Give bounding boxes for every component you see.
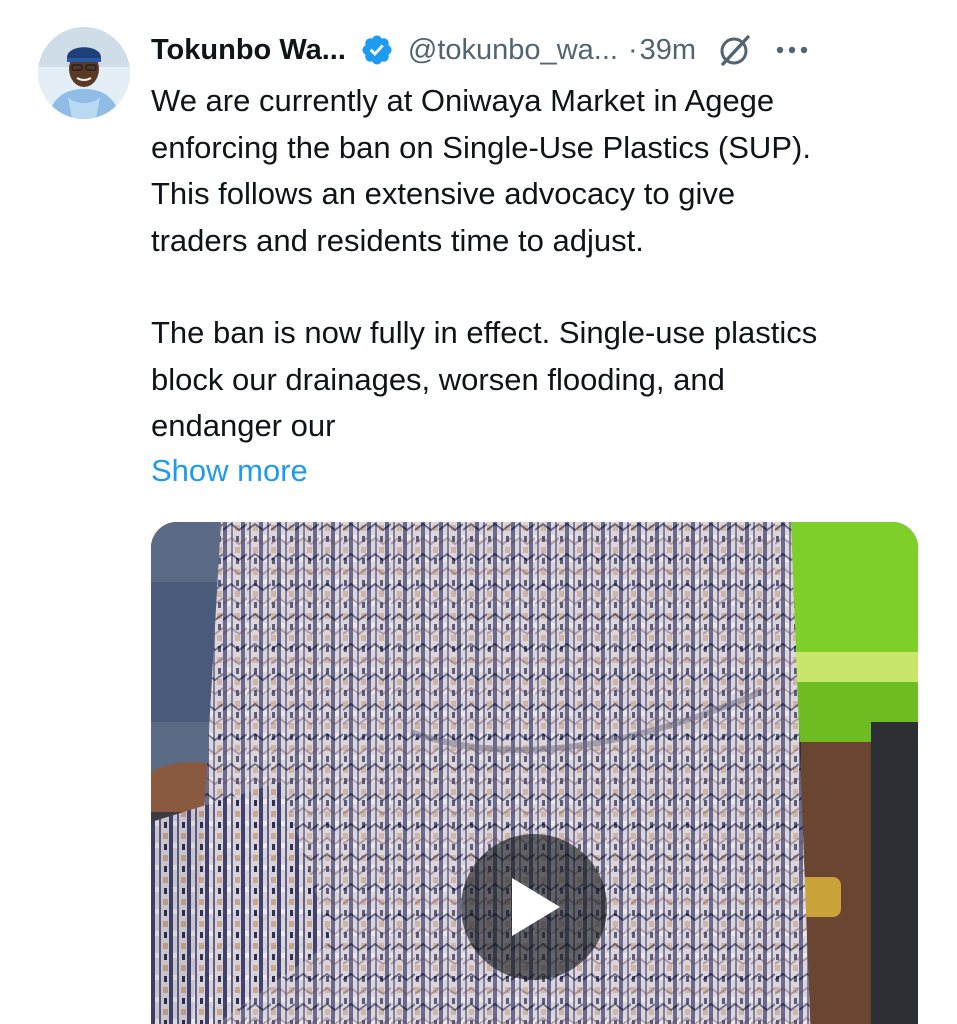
tweet-text-line: endanger our (151, 408, 336, 443)
separator-dot: · (627, 33, 638, 66)
avatar-image (38, 27, 130, 119)
tweet-text-line: We are currently at Oniwaya Market in Ag… (151, 83, 775, 118)
tweet-paragraph: The ban is now fully in effect. Single-u… (151, 310, 941, 450)
tweet-text-line: traders and residents time to adjust. (151, 222, 644, 258)
avatar[interactable] (38, 27, 130, 119)
tweet-header: Tokunbo Wa... @tokunbo_wa... · 39m (151, 28, 931, 72)
tweet-body: We are currently at Oniwaya Market in Ag… (151, 78, 941, 450)
author-name[interactable]: Tokunbo Wa... (151, 34, 346, 67)
grok-icon[interactable] (716, 31, 754, 69)
video-media[interactable] (151, 522, 918, 1024)
show-more-link[interactable]: Show more (151, 448, 308, 494)
more-options-icon[interactable] (774, 32, 810, 68)
play-button[interactable] (461, 834, 607, 980)
tweet-time[interactable]: 39m (640, 34, 696, 67)
tweet-text-line: This follows an extensive advocacy to gi… (151, 176, 736, 211)
tweet-paragraph: We are currently at Oniwaya Market in Ag… (151, 78, 941, 264)
tweet-text-line: The ban is now fully in effect. Single-u… (151, 315, 818, 350)
verified-badge-icon (360, 33, 394, 67)
tweet-text-line: enforcing the ban on Single-Use Plastics… (151, 129, 811, 165)
tweet-text-line: block our drainages, worsen flooding, an… (151, 361, 725, 397)
author-handle[interactable]: @tokunbo_wa... (408, 34, 618, 67)
play-icon (512, 878, 560, 936)
